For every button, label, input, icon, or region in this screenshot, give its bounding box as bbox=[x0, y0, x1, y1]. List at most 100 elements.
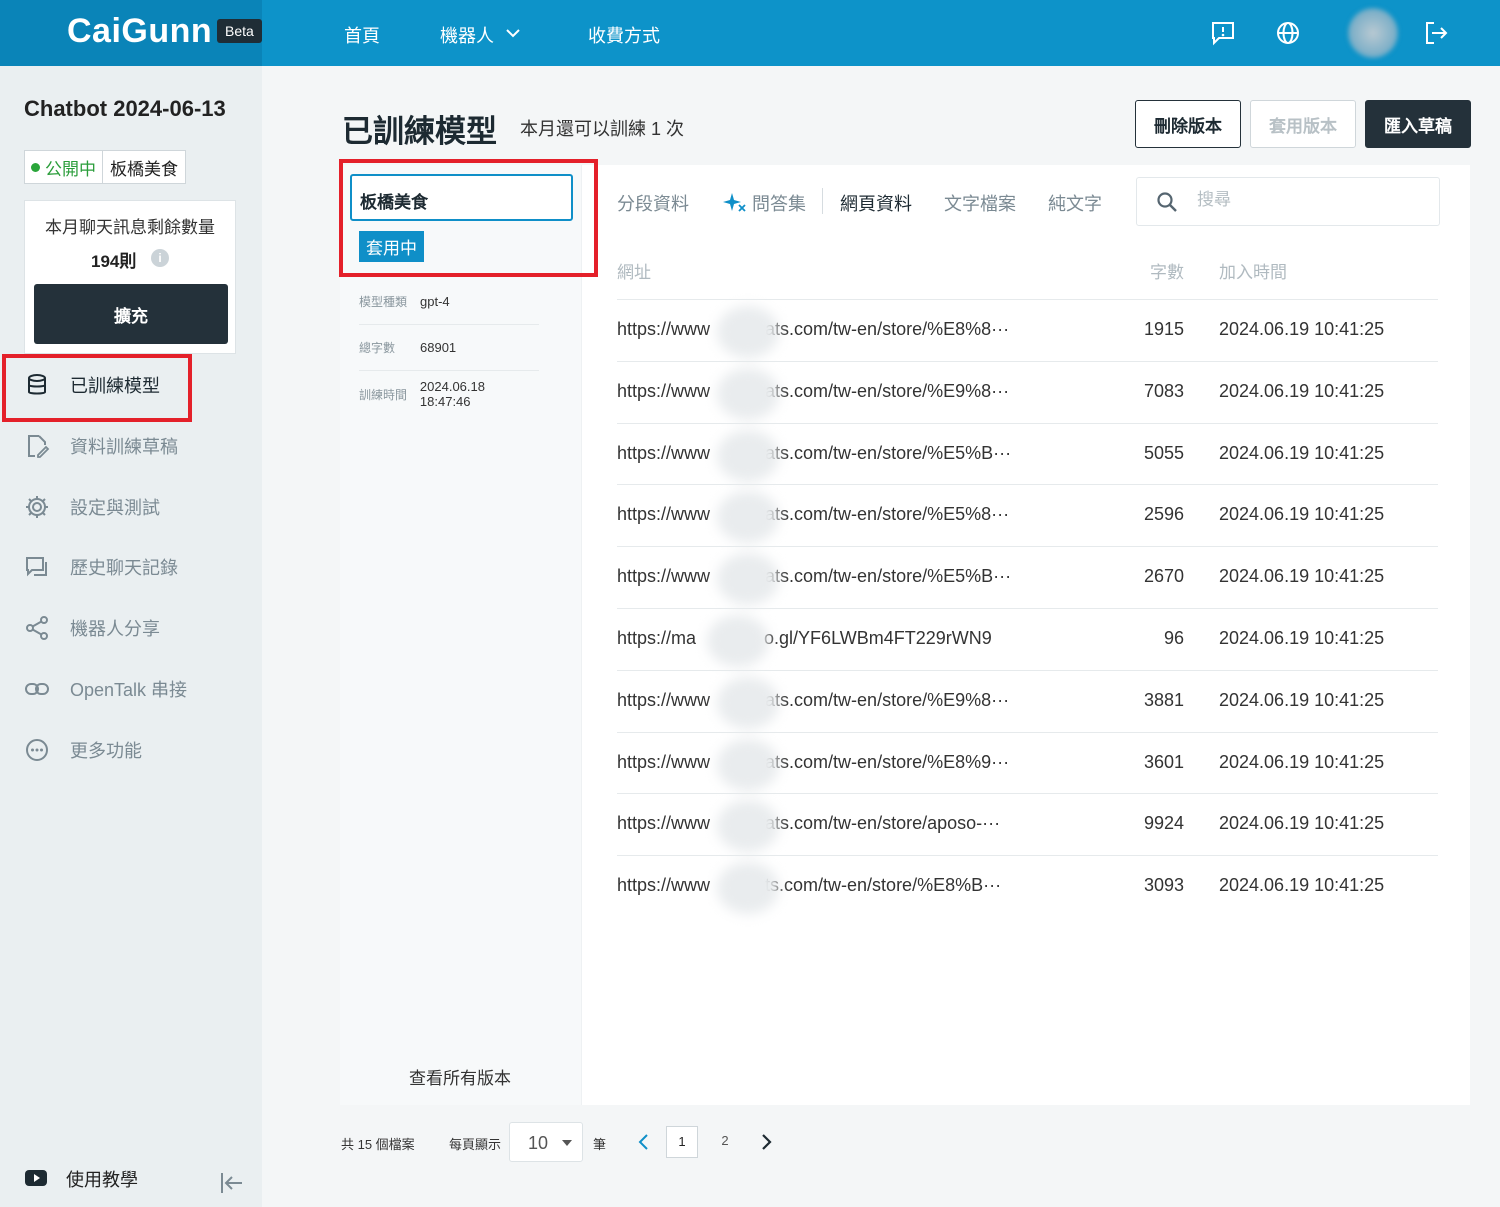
sidebar-item-label: OpenTalk 串接 bbox=[70, 680, 188, 700]
status-label: 公開中 bbox=[45, 159, 96, 179]
search-box[interactable] bbox=[1136, 177, 1440, 226]
nav-home[interactable]: 首頁 bbox=[344, 22, 380, 48]
brand-area[interactable]: CaiGunn Beta bbox=[0, 0, 262, 66]
table-row[interactable]: https://www ats.com/tw-en/store/%E5%B··· … bbox=[617, 422, 1438, 485]
added-time-cell: 2024.06.19 10:41:25 bbox=[1219, 442, 1385, 463]
table-row[interactable]: https://www ats.com/tw-en/store/%E5%8··· … bbox=[617, 484, 1438, 546]
sidebar-item-label: 資料訓練草稿 bbox=[70, 437, 178, 457]
table-row[interactable]: https://www ats.com/tw-en/store/%E9%8··· … bbox=[617, 669, 1438, 732]
added-time-cell: 2024.06.19 10:41:25 bbox=[1219, 627, 1385, 648]
web-data-table: https://www ats.com/tw-en/store/%E8%8··· … bbox=[617, 299, 1438, 917]
sidebar-item-opentalk[interactable]: OpenTalk 串接 bbox=[0, 667, 262, 711]
gear-icon bbox=[26, 496, 48, 518]
caret-down-icon bbox=[562, 1140, 572, 1146]
meta-key: 模型種類 bbox=[359, 295, 408, 309]
table-row[interactable]: https://www ats.com/tw-en/store/%E9%8··· … bbox=[617, 360, 1438, 423]
tab-text-files[interactable]: 文字檔案 bbox=[944, 190, 1016, 216]
sparkle-icon bbox=[723, 193, 746, 212]
brand-logo: CaiGunn bbox=[67, 12, 213, 50]
tab-segments[interactable]: 分段資料 bbox=[617, 190, 689, 216]
url-cell[interactable]: https://www ats.com/tw-en/store/%E9%8··· bbox=[617, 381, 1009, 402]
added-time-cell: 2024.06.19 10:41:25 bbox=[1219, 504, 1385, 525]
char-count-cell: 2596 bbox=[1143, 504, 1184, 525]
url-cell[interactable]: https://www ats.com/tw-en/store/%E5%8··· bbox=[617, 504, 1009, 525]
redacted-blur bbox=[717, 306, 779, 358]
meta-training-time: 訓練時間 2024.06.18 18:47:46 bbox=[359, 371, 539, 417]
char-count-cell: 3881 bbox=[1143, 689, 1184, 710]
tab-divider bbox=[822, 188, 823, 214]
table-row[interactable]: https://www ts.com/tw-en/store/%E8%B··· 3… bbox=[617, 855, 1438, 917]
chevron-left-icon[interactable] bbox=[636, 1131, 652, 1153]
tutorial-link[interactable]: 使用教學 bbox=[24, 1168, 138, 1190]
url-cell[interactable]: https://www ts.com/tw-en/store/%E8%B··· bbox=[617, 875, 1001, 896]
sidebar-item-settings[interactable]: 設定與測試 bbox=[0, 485, 262, 529]
redacted-blur bbox=[717, 862, 779, 915]
redacted-blur bbox=[717, 800, 779, 853]
char-count-cell: 7083 bbox=[1143, 380, 1184, 401]
column-header-count: 字數 bbox=[1150, 263, 1184, 282]
page-button-1[interactable]: 1 bbox=[666, 1126, 698, 1158]
sidebar-item-share[interactable]: 機器人分享 bbox=[0, 606, 262, 650]
table-row[interactable]: https://www ats.com/tw-en/store/aposo-···… bbox=[617, 793, 1438, 855]
tab-web-data[interactable]: 網頁資料 bbox=[840, 190, 912, 216]
column-header-url: 網址 bbox=[617, 263, 651, 282]
globe-icon[interactable] bbox=[1275, 20, 1301, 46]
nav-robots[interactable]: 機器人 bbox=[440, 22, 494, 48]
sidebar-item-label: 設定與測試 bbox=[70, 498, 160, 518]
search-input[interactable] bbox=[1197, 190, 1417, 210]
status-dot-icon bbox=[31, 162, 40, 172]
meta-value: 2024.06.18 18:47:46 bbox=[419, 379, 485, 409]
char-count-cell: 2670 bbox=[1143, 566, 1184, 587]
per-page-select[interactable]: 10 bbox=[509, 1122, 583, 1162]
beta-badge: Beta bbox=[217, 19, 262, 43]
url-cell[interactable]: https://www ats.com/tw-en/store/%E9%8··· bbox=[617, 690, 1009, 711]
tutorial-label: 使用教學 bbox=[66, 1170, 138, 1190]
sidebar-item-label: 機器人分享 bbox=[70, 619, 160, 639]
apply-version-button[interactable]: 套用版本 bbox=[1250, 100, 1356, 148]
page-button-2[interactable]: 2 bbox=[709, 1126, 741, 1158]
meta-key: 訓練時間 bbox=[359, 387, 408, 402]
meta-value: gpt-4 bbox=[420, 294, 450, 309]
feedback-icon[interactable] bbox=[1210, 20, 1236, 46]
url-cell[interactable]: https://www ats.com/tw-en/store/%E8%8··· bbox=[617, 319, 1009, 340]
meta-total-chars: 總字數 68901 bbox=[359, 325, 539, 371]
collapse-sidebar-icon[interactable] bbox=[218, 1170, 244, 1196]
sidebar-item-label: 更多功能 bbox=[70, 741, 142, 761]
highlight-box-version bbox=[339, 159, 598, 277]
table-row[interactable]: https://www ats.com/tw-en/store/%E8%9··· … bbox=[617, 731, 1438, 794]
table-row[interactable]: https://www ats.com/tw-en/store/%E5%B··· … bbox=[617, 546, 1438, 608]
sidebar-item-label: 歷史聊天記錄 bbox=[70, 558, 178, 578]
added-time-cell: 2024.06.19 10:41:25 bbox=[1219, 566, 1385, 587]
redacted-blur bbox=[707, 614, 769, 667]
chevron-down-icon[interactable] bbox=[505, 22, 521, 44]
avatar[interactable] bbox=[1348, 8, 1398, 58]
added-time-cell: 2024.06.19 10:41:25 bbox=[1219, 689, 1385, 710]
import-draft-button[interactable]: 匯入草稿 bbox=[1365, 100, 1471, 148]
url-cell[interactable]: https://www ats.com/tw-en/store/%E5%B··· bbox=[617, 566, 1011, 587]
tab-qa[interactable]: 問答集 bbox=[752, 190, 806, 216]
redacted-blur bbox=[717, 676, 779, 729]
logout-icon[interactable] bbox=[1423, 20, 1449, 46]
sidebar-item-training-drafts[interactable]: 資料訓練草稿 bbox=[0, 424, 262, 468]
total-files-text: 共 15 個檔案 bbox=[341, 1137, 415, 1152]
delete-version-button[interactable]: 刪除版本 bbox=[1135, 100, 1241, 148]
table-row[interactable]: https://ma o.gl/YF6LWBm4FT229rWN9 96 2024… bbox=[617, 607, 1438, 670]
url-cell[interactable]: https://www ats.com/tw-en/store/%E8%9··· bbox=[617, 752, 1009, 773]
tab-plain-text[interactable]: 純文字 bbox=[1048, 190, 1102, 216]
per-page-value: 10 bbox=[528, 1133, 549, 1153]
bot-status-row: 公開中 板橋美食 bbox=[24, 150, 186, 184]
sidebar-item-more[interactable]: 更多功能 bbox=[0, 728, 262, 772]
table-row[interactable]: https://www ats.com/tw-en/store/%E8%8··· … bbox=[617, 299, 1438, 361]
url-cell[interactable]: https://ma o.gl/YF6LWBm4FT229rWN9 bbox=[617, 628, 992, 649]
expand-button[interactable]: 擴充 bbox=[34, 284, 228, 344]
char-count-cell: 3093 bbox=[1143, 875, 1184, 896]
url-cell[interactable]: https://www ats.com/tw-en/store/aposo-··· bbox=[617, 813, 1000, 834]
info-icon[interactable]: i bbox=[151, 249, 169, 267]
quota-label: 本月聊天訊息剩餘數量 bbox=[45, 218, 215, 237]
added-time-cell: 2024.06.19 10:41:25 bbox=[1219, 875, 1385, 896]
url-cell[interactable]: https://www ats.com/tw-en/store/%E5%B··· bbox=[617, 443, 1011, 464]
nav-pricing[interactable]: 收費方式 bbox=[588, 22, 660, 48]
see-all-versions-link[interactable]: 查看所有版本 bbox=[409, 1064, 511, 1089]
chevron-right-icon[interactable] bbox=[758, 1131, 774, 1153]
sidebar-item-chat-history[interactable]: 歷史聊天記錄 bbox=[0, 545, 262, 589]
